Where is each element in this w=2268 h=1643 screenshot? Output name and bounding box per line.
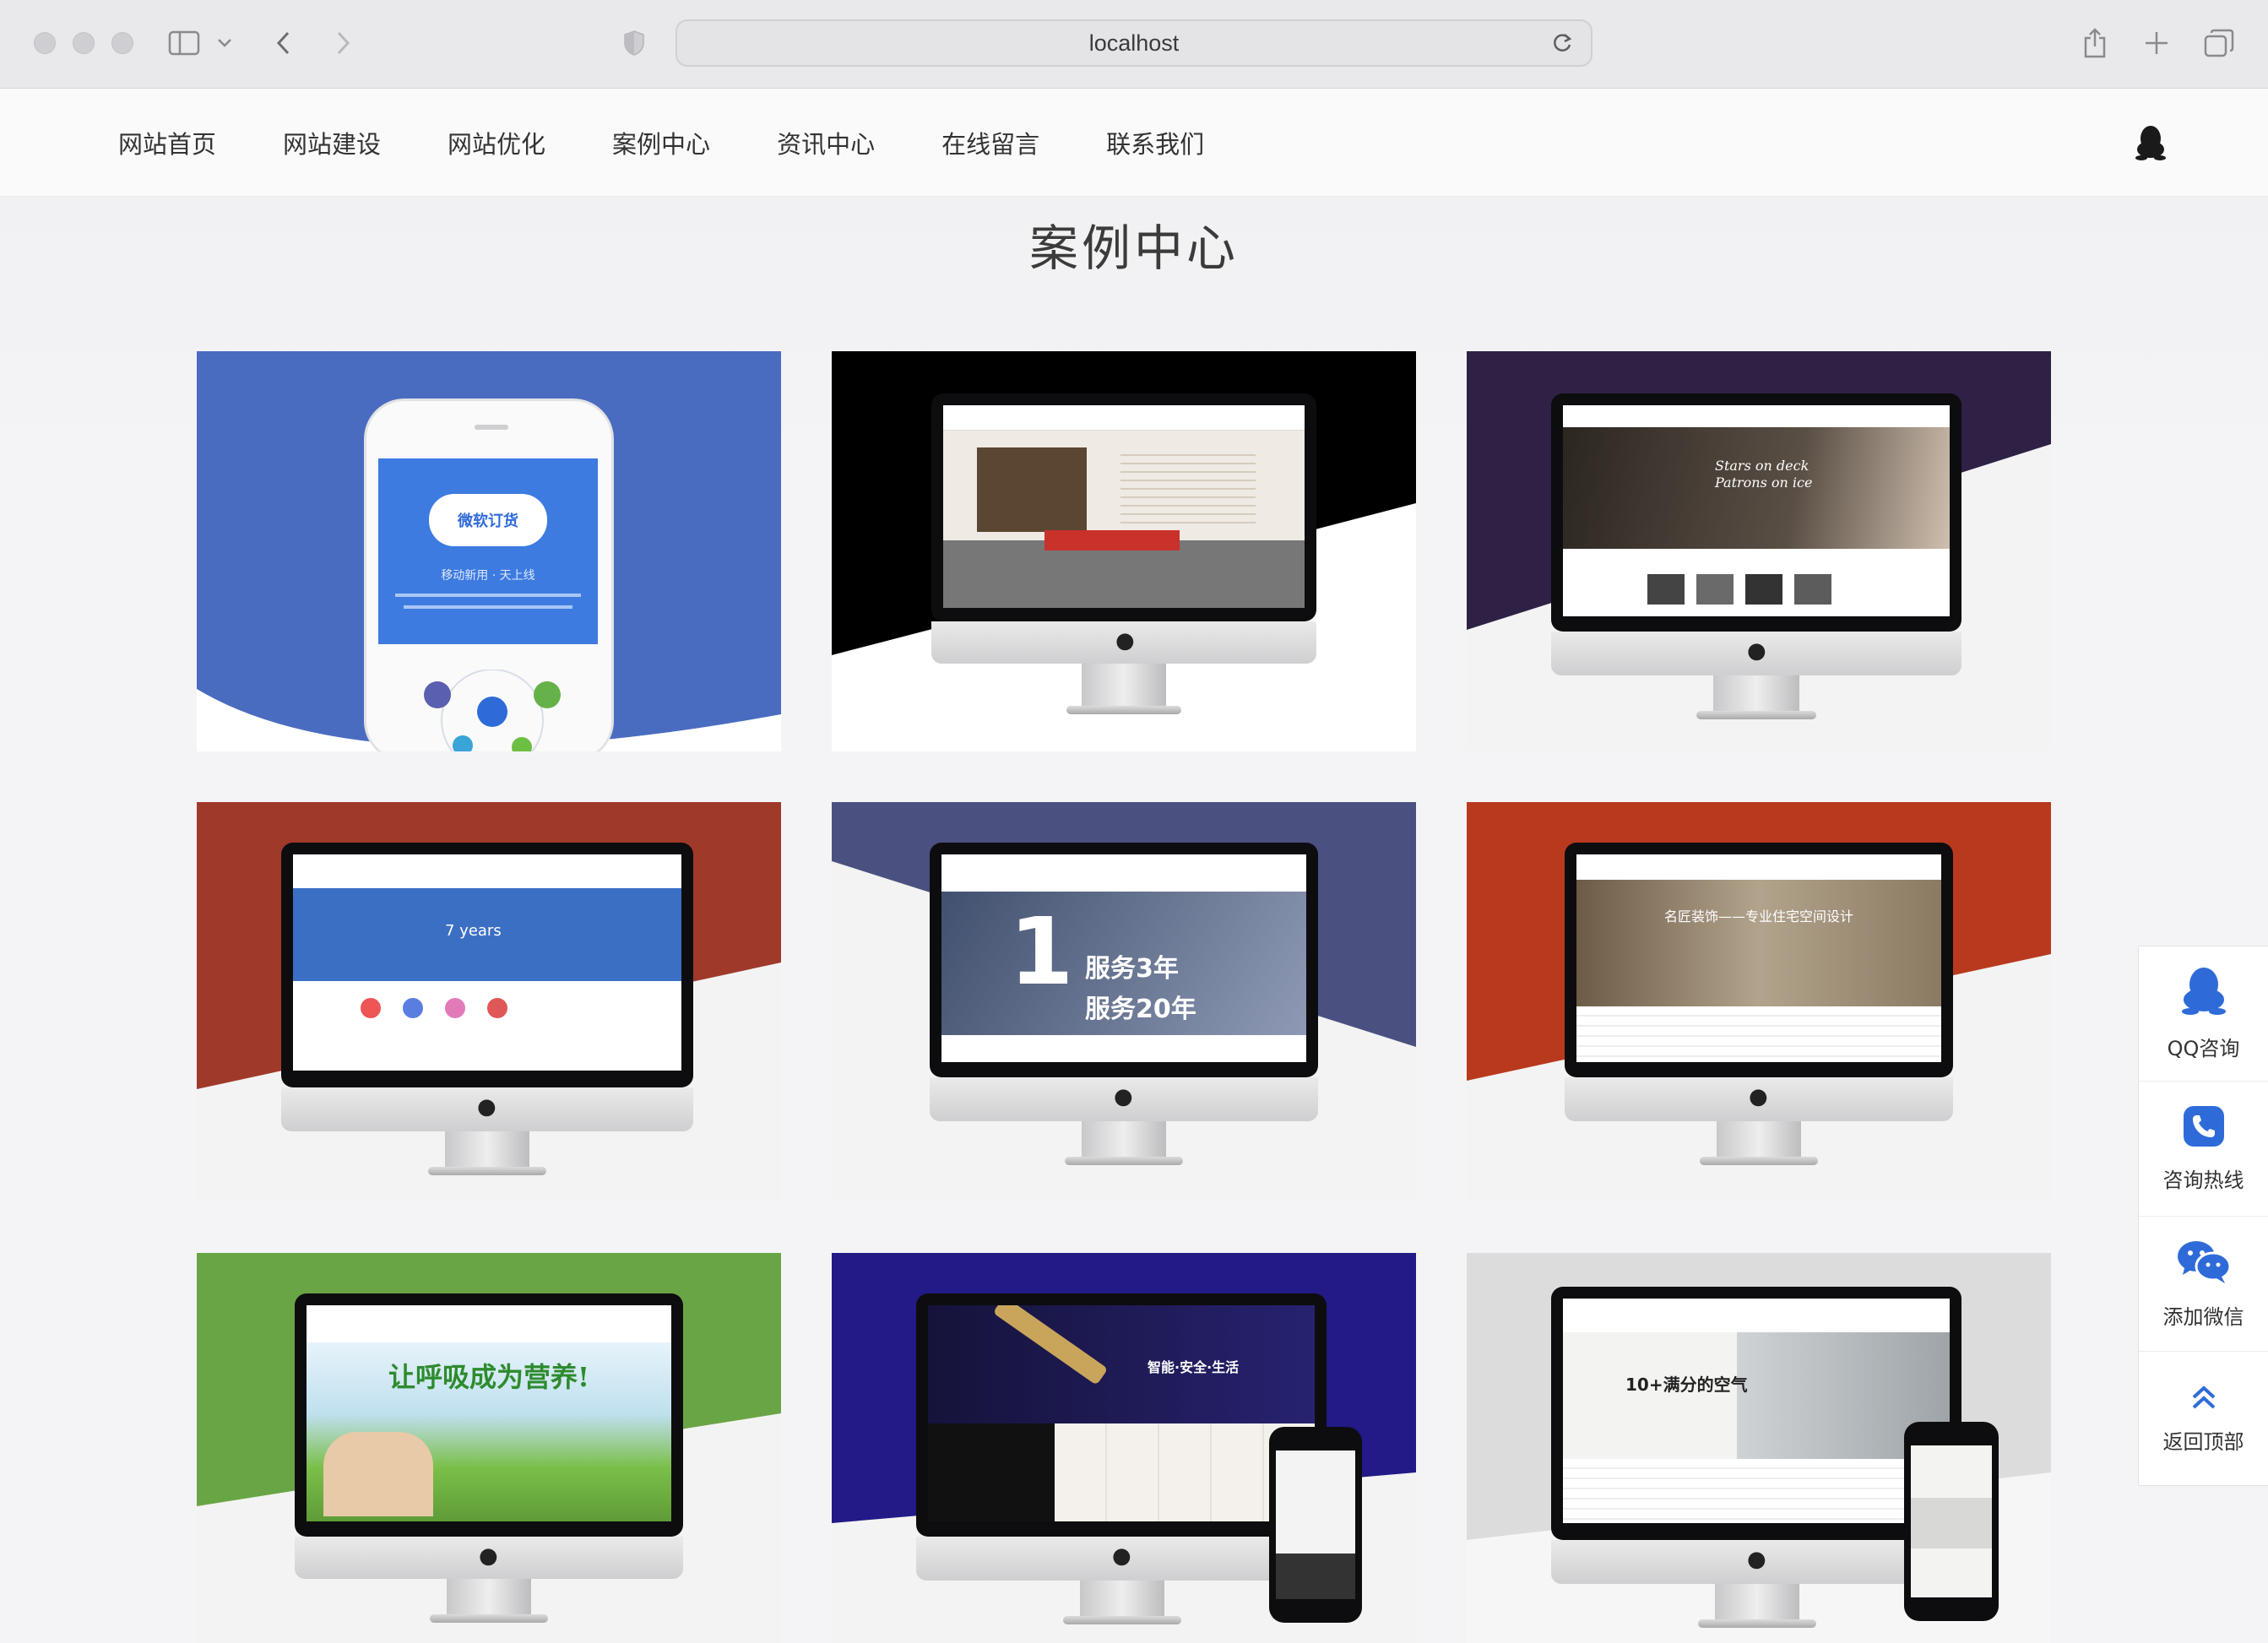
chevron-down-icon[interactable] <box>214 24 235 62</box>
phone-screen: 微软订货 移动新用 · 天上线 <box>378 458 598 644</box>
case-card[interactable]: 10+满分的空气 ● <box>1467 1253 2051 1643</box>
back-to-top-button[interactable]: 返回顶部 <box>2139 1352 2268 1487</box>
browser-toolbar: localhost <box>0 0 2268 89</box>
nav-item-contact[interactable]: 联系我们 <box>1106 125 1204 160</box>
add-wechat-label: 添加微信 <box>2162 1305 2244 1329</box>
apple-logo-icon: ● <box>1747 638 1766 664</box>
phone-screen-logo: 微软订货 <box>429 494 547 546</box>
up-chevron-icon <box>2189 1385 2218 1413</box>
zoom-window-button[interactable] <box>111 32 133 54</box>
imac-screen-headline: Stars on deck <box>1715 458 1810 474</box>
case-card[interactable]: 7 years ● <box>197 802 781 1202</box>
floating-contact-bar: QQ咨询 咨询热线 添加微信 返回顶部 <box>2138 946 2268 1486</box>
imac-screen-headline: 让呼吸成为营养! <box>388 1361 590 1393</box>
window-controls <box>34 32 133 54</box>
reload-icon[interactable] <box>1550 31 1574 58</box>
case-card[interactable]: ● <box>832 351 1416 751</box>
nav-item-home[interactable]: 网站首页 <box>118 125 216 160</box>
phone-screen-tagline: 移动新用 · 天上线 <box>441 569 535 583</box>
nav-item-message[interactable]: 在线留言 <box>941 125 1039 160</box>
new-tab-icon[interactable] <box>2143 24 2170 62</box>
nav-item-website-build[interactable]: 网站建设 <box>283 125 381 160</box>
imac-screen: 10+满分的空气 <box>1563 1299 1950 1523</box>
apple-logo-icon: ● <box>479 1543 498 1569</box>
qq-consult-label: QQ咨询 <box>2167 1037 2240 1060</box>
case-card[interactable]: 微软订货 移动新用 · 天上线 <box>197 351 781 751</box>
case-card[interactable]: 让呼吸成为营养! ● <box>197 1253 781 1643</box>
back-to-top-label: 返回顶部 <box>2162 1429 2244 1454</box>
share-icon[interactable] <box>2082 24 2108 62</box>
imac-screen: 名匠装饰——专业住宅空间设计 <box>1576 854 1941 1062</box>
apple-logo-icon: ● <box>1114 1084 1133 1109</box>
case-card[interactable]: 名匠装饰——专业住宅空间设计 ● <box>1467 802 2051 1202</box>
nav-item-news[interactable]: 资讯中心 <box>777 125 875 160</box>
address-bar[interactable]: localhost <box>676 19 1592 67</box>
case-card[interactable]: 智能·安全·生活 ● <box>832 1253 1416 1643</box>
hotline-label: 咨询热线 <box>2162 1169 2244 1192</box>
imac-screen: 让呼吸成为营养! <box>307 1305 671 1521</box>
page-title: 案例中心 <box>1028 220 1239 277</box>
minimize-window-button[interactable] <box>73 32 95 54</box>
case-card[interactable]: Stars on deck Patrons on ice ● <box>1467 351 2051 751</box>
back-icon[interactable] <box>270 24 296 62</box>
close-window-button[interactable] <box>34 32 56 54</box>
site-navigation: 网站首页 网站建设 网站优化 案例中心 资讯中心 在线留言 联系我们 <box>0 89 2268 197</box>
nav-item-seo[interactable]: 网站优化 <box>448 125 545 160</box>
phone-mockup <box>1904 1422 1999 1621</box>
imac-screen: 1 服务3年 服务20年 <box>941 854 1306 1062</box>
imac-screen-subheadline: Patrons on ice <box>1715 474 1813 491</box>
phone-mockup: 微软订货 移动新用 · 天上线 <box>364 399 614 751</box>
imac-screen-headline: 10+满分的空气 <box>1625 1375 1748 1395</box>
apple-logo-icon: ● <box>1749 1084 1768 1109</box>
url-text: localhost <box>1088 30 1180 56</box>
nav-menu: 网站首页 网站建设 网站优化 案例中心 资讯中心 在线留言 联系我们 <box>118 89 1271 197</box>
qq-consult-button[interactable]: QQ咨询 <box>2139 946 2268 1082</box>
add-wechat-button[interactable]: 添加微信 <box>2139 1217 2268 1352</box>
apple-logo-icon: ● <box>1112 1543 1131 1569</box>
qq-icon <box>2181 966 2227 1020</box>
apple-logo-icon: ● <box>1747 1547 1766 1572</box>
case-center-section: 案例中心 微软订货 移动新用 · 天上线 ● Stars on deck Pat… <box>0 197 2268 1643</box>
forward-icon[interactable] <box>331 24 356 62</box>
sidebar-toggle-icon[interactable] <box>165 24 203 62</box>
imac-screen: Stars on deck Patrons on ice <box>1563 405 1950 616</box>
qq-icon[interactable] <box>2135 124 2167 165</box>
case-card[interactable]: 1 服务3年 服务20年 ● <box>832 802 1416 1202</box>
imac-screen-headline: 7 years <box>445 922 502 940</box>
nav-item-cases[interactable]: 案例中心 <box>612 125 710 160</box>
imac-screen-headline: 名匠装饰——专业住宅空间设计 <box>1663 908 1853 925</box>
wechat-icon <box>2176 1238 2232 1288</box>
imac-screen: 智能·安全·生活 <box>928 1305 1315 1521</box>
apple-logo-icon: ● <box>1115 628 1135 653</box>
phone-app-icons <box>412 669 572 751</box>
phone-icon <box>2182 1104 2226 1152</box>
imac-screen-headline: 服务3年 <box>1085 954 1179 984</box>
privacy-shield-icon[interactable] <box>621 24 647 62</box>
imac-screen <box>943 405 1305 608</box>
hotline-button[interactable]: 咨询热线 <box>2139 1082 2268 1217</box>
phone-mockup <box>1269 1427 1362 1623</box>
imac-screen: 7 years <box>293 854 681 1071</box>
tab-overview-icon[interactable] <box>2204 24 2234 62</box>
imac-screen-headline: 智能·安全·生活 <box>1148 1359 1240 1375</box>
apple-logo-icon: ● <box>477 1094 496 1120</box>
imac-screen-subheadline: 服务20年 <box>1085 995 1196 1024</box>
